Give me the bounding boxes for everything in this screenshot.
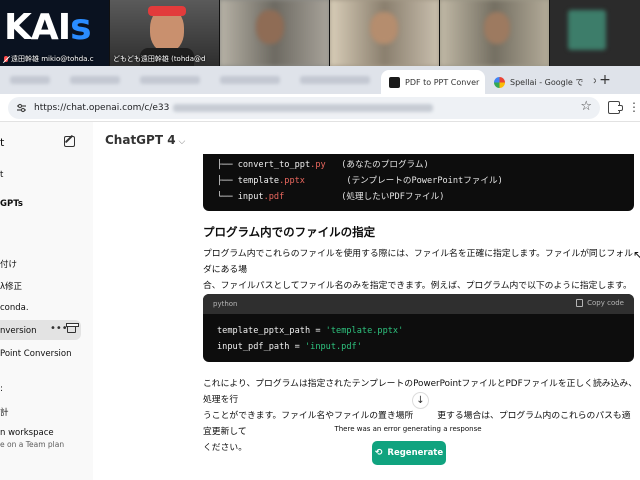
site-settings-icon[interactable] — [16, 103, 27, 113]
tab-label: PDF to PPT Conver — [405, 77, 480, 87]
browser-menu-icon[interactable]: ⋮ — [628, 100, 640, 114]
sidebar-item[interactable]: λ修正 — [0, 280, 22, 292]
chevron-down-icon: ⌵ — [178, 137, 186, 147]
code-language-label: python — [213, 300, 238, 308]
sidebar-item[interactable]: conda. — [0, 303, 29, 313]
mic-off-icon — [3, 55, 9, 63]
copy-code-button[interactable]: Copy code — [576, 299, 624, 307]
new-chat-icon[interactable] — [64, 136, 75, 147]
sidebar-item[interactable]: 付け — [0, 258, 17, 270]
blurred-tab[interactable] — [220, 76, 280, 84]
sidebar-item-gpts[interactable]: GPTs — [0, 199, 23, 209]
blurred-tab[interactable] — [140, 76, 200, 84]
sidebar-item[interactable]: 計 — [0, 406, 9, 418]
sidebar-item[interactable]: Point Conversion — [0, 349, 71, 359]
error-message: There was an error generating a response — [334, 425, 482, 433]
tree-line: ├── convert_to_ppt.py (あなたのプログラム) — [217, 160, 429, 170]
redacted-url — [173, 104, 434, 112]
blurred-tab[interactable] — [300, 76, 370, 84]
kais-logo: KAIs — [4, 7, 92, 48]
new-tab-button[interactable]: + — [597, 72, 613, 88]
google-favicon-icon — [494, 76, 505, 88]
address-bar: https://chat.openai.com/c/e33 ☆ ⋮ — [0, 94, 640, 122]
participant-tile[interactable]: どもども遠田幹雄 (tohda@d — [110, 0, 220, 66]
bookmark-star-icon[interactable]: ☆ — [580, 99, 592, 114]
sidebar-item[interactable]: t — [0, 170, 3, 180]
team-workspace-title[interactable]: n workspace — [0, 428, 54, 438]
participant-tile[interactable] — [550, 0, 640, 66]
model-selector[interactable]: ChatGPT 4 ⌵ — [105, 133, 185, 147]
participant-name: どもども遠田幹雄 (tohda@d — [113, 55, 206, 63]
archive-icon[interactable] — [66, 323, 79, 333]
tab-pdf-to-ppt[interactable]: PDF to PPT Conver — [381, 70, 485, 94]
tab-label: Spellai - Google で — [510, 77, 584, 87]
code-line: template_pptx_path = 'template.pptx' — [217, 326, 404, 336]
tree-line: └── input.pdf (処理したいPDFファイル) — [217, 192, 445, 202]
tree-line: ├── template.pptx (テンプレートのPowerPointファイル… — [217, 176, 503, 186]
participant-name: 遠田幹雄 mikio@tohda.c — [11, 55, 94, 63]
chat-sidebar: t t GPTs 付け λ修正 conda. nversion ••• Poin… — [0, 122, 93, 480]
file-tree-codeblock: ├── convert_to_ppt.py (あなたのプログラム) ├── te… — [203, 154, 634, 211]
url-field[interactable]: https://chat.openai.com/c/e33 ☆ — [8, 97, 600, 119]
regenerate-button[interactable]: ⟲ Regenerate — [372, 441, 446, 465]
python-codeblock: python Copy code template_pptx_path = 't… — [203, 294, 634, 362]
mouse-cursor-icon: ↖ — [633, 248, 640, 262]
chat-main: ChatGPT 4 ⌵ ├── convert_to_ppt.py (あなたのプロ… — [93, 122, 640, 480]
tab-spellai[interactable]: Spellai - Google で ✕ — [486, 70, 596, 94]
participant-tile[interactable]: KAIs 遠田幹雄 mikio@tohda.c — [0, 0, 110, 66]
screen: KAIs 遠田幹雄 mikio@tohda.c どもども遠田幹雄 (tohda@… — [0, 0, 640, 480]
blurred-tab[interactable] — [70, 76, 120, 84]
codeblock-header: python Copy code — [203, 294, 634, 314]
extensions-icon[interactable] — [608, 101, 623, 114]
openai-favicon-icon — [389, 76, 400, 88]
sidebar-item[interactable]: t — [0, 136, 4, 149]
paragraph: プログラム内でこれらのファイルを使用する際には、ファイル名を正確に指定します。フ… — [203, 249, 633, 291]
participant-tile[interactable] — [220, 0, 330, 66]
close-icon[interactable]: ✕ — [592, 77, 596, 87]
sidebar-item[interactable]: : — [0, 384, 3, 394]
sidebar-item-active[interactable]: nversion — [0, 326, 37, 336]
video-call-strip: KAIs 遠田幹雄 mikio@tohda.c どもども遠田幹雄 (tohda@… — [0, 0, 640, 66]
code-line: input_pdf_path = 'input.pdf' — [217, 342, 362, 352]
clipboard-icon — [576, 299, 584, 307]
browser-tab-bar: PDF to PPT Conver Spellai - Google で ✕ + — [0, 66, 640, 94]
refresh-icon: ⟲ — [374, 448, 383, 458]
participant-tile[interactable] — [440, 0, 550, 66]
section-heading: プログラム内でのファイルの指定 — [203, 225, 376, 239]
scroll-down-button[interactable]: ↓ — [412, 392, 429, 409]
blurred-tab[interactable] — [10, 76, 50, 84]
arrow-down-icon: ↓ — [416, 395, 425, 406]
team-workspace-subtitle: e on a Team plan — [0, 440, 65, 449]
url-text: https://chat.openai.com/c/e33 — [34, 103, 170, 113]
participant-tile[interactable] — [330, 0, 440, 66]
